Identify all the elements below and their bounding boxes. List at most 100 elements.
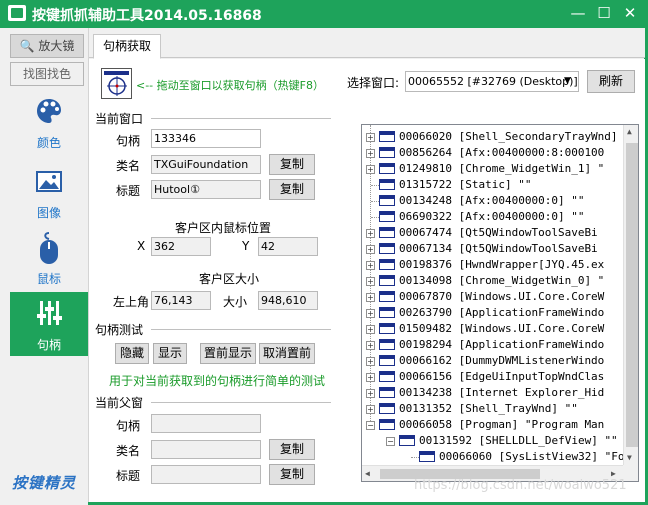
tree-node[interactable]: +00134238 [Internet Explorer_Hid — [362, 385, 623, 401]
tree-node[interactable]: +00066020 [Shell_SecondaryTrayWnd] — [362, 129, 623, 145]
scroll-right-icon[interactable]: ▶ — [611, 469, 616, 478]
tree-expand-icon[interactable]: + — [366, 293, 375, 302]
sidebar-item-handle[interactable]: 句柄 — [10, 292, 88, 356]
tree-node[interactable]: +00134098 [Chrome_WidgetWin_0] " — [362, 273, 623, 289]
tree-node[interactable]: +01509482 [Windows.UI.Core.CoreW — [362, 321, 623, 337]
scroll-up-icon[interactable]: ▲ — [627, 127, 632, 136]
sidebar-item-mouse[interactable]: 鼠标 — [10, 226, 88, 288]
tree-node-handle: 06690322 — [399, 210, 452, 223]
tree-node[interactable]: +00198376 [HwndWrapper[JYQ.45.ex — [362, 257, 623, 273]
tree-expand-icon[interactable]: + — [366, 309, 375, 318]
copy-parent-class-button[interactable]: 复制 — [269, 439, 315, 460]
tree-node[interactable]: 00134248 [Afx:00400000:0] "" — [362, 193, 623, 209]
scroll-thumb[interactable] — [626, 143, 638, 447]
tree-expand-icon[interactable]: − — [366, 421, 375, 430]
tree-node[interactable]: 06690322 [Afx:00400000:0] "" — [362, 209, 623, 225]
minimize-button[interactable]: — — [566, 2, 590, 24]
tree-node-handle: 00856264 — [399, 146, 452, 159]
size-label: 大小 — [223, 295, 248, 309]
app-logo-icon — [8, 5, 26, 21]
tree-expand-icon[interactable]: + — [366, 341, 375, 350]
tree-node-class: [Shell_TrayWnd] "" — [458, 402, 578, 415]
find-color-button[interactable]: 找图找色 — [10, 62, 84, 86]
window-icon — [379, 179, 395, 190]
test-note: 用于对当前获取到的句柄进行简单的测试 — [109, 374, 326, 388]
tree-node-handle: 00131352 — [399, 402, 452, 415]
window-select-dropdown[interactable]: 00065552 [#32769 (Desktop)] "" ▼ — [405, 71, 579, 92]
tree-node[interactable]: +00067474 [Qt5QWindowToolSaveBi — [362, 225, 623, 241]
tree-node-handle: 00066060 — [439, 450, 492, 463]
parent-class-field[interactable] — [151, 440, 261, 459]
tree-node[interactable]: 01315722 [Static] "" — [362, 177, 623, 193]
title-field[interactable]: Hutool① — [151, 180, 261, 199]
tree-node[interactable]: +01249810 [Chrome_WidgetWin_1] " — [362, 161, 623, 177]
topmost-button[interactable]: 置前显示 — [200, 343, 256, 364]
tree-node[interactable]: +00067870 [Windows.UI.Core.CoreW — [362, 289, 623, 305]
hide-button[interactable]: 隐藏 — [115, 343, 149, 364]
tree-node[interactable]: +00067134 [Qt5QWindowToolSaveBi — [362, 241, 623, 257]
x-field[interactable]: 362 — [151, 237, 211, 256]
tree-expand-icon[interactable]: − — [386, 437, 395, 446]
tree-node-class: [Chrome_WidgetWin_0] " — [458, 274, 605, 287]
vertical-scrollbar[interactable]: ▲ ▼ — [623, 125, 638, 465]
tree-node[interactable]: +00856264 [Afx:00400000:8:000100 — [362, 145, 623, 161]
tab-handle-get[interactable]: 句柄获取 — [93, 34, 161, 59]
tree-expand-icon[interactable]: + — [366, 133, 375, 142]
parent-title-field[interactable] — [151, 465, 261, 484]
handle-field[interactable]: 133346 — [151, 129, 261, 148]
tree-expand-icon[interactable]: + — [366, 245, 375, 254]
tree-expand-icon[interactable]: + — [366, 277, 375, 286]
tree-node-class: [ApplicationFrameWindo — [458, 306, 605, 319]
untop-button[interactable]: 取消置前 — [259, 343, 315, 364]
tree-expand-icon[interactable]: + — [366, 165, 375, 174]
magnifier-button[interactable]: 🔍 放大镜 — [10, 34, 84, 58]
y-label: Y — [242, 239, 250, 253]
palette-icon — [37, 99, 61, 123]
tree-node-text: 00066156 [EdgeUiInputTopWndClas — [399, 369, 604, 385]
y-field[interactable]: 42 — [258, 237, 318, 256]
tree-node[interactable]: +00131352 [Shell_TrayWnd] "" — [362, 401, 623, 417]
window-icon — [379, 131, 395, 142]
top-left-field[interactable]: 76,143 — [151, 291, 211, 310]
window-icon — [379, 323, 395, 334]
crosshair-finder-icon[interactable] — [101, 68, 132, 99]
tree-node[interactable]: − 00066058 [Progman] "Program Man — [362, 417, 623, 433]
sidebar-item-color[interactable]: 颜色 — [10, 90, 88, 152]
tree-expand-icon[interactable]: + — [366, 229, 375, 238]
copy-class-button[interactable]: 复制 — [269, 154, 315, 175]
copy-parent-title-button[interactable]: 复制 — [269, 464, 315, 485]
parent-class-label: 类名 — [116, 444, 141, 458]
maximize-button[interactable]: ☐ — [592, 2, 616, 24]
tree-node-text: 00856264 [Afx:00400000:8:000100 — [399, 145, 604, 161]
class-field[interactable]: TXGuiFoundation — [151, 155, 261, 174]
window-icon — [379, 403, 395, 414]
window-tree[interactable]: +00066020 [Shell_SecondaryTrayWnd] +00856… — [361, 124, 639, 482]
tree-node[interactable]: +00198294 [ApplicationFrameWindo — [362, 337, 623, 353]
copy-title-button[interactable]: 复制 — [269, 179, 315, 200]
tree-expand-icon[interactable]: + — [366, 373, 375, 382]
scroll-down-icon[interactable]: ▼ — [627, 453, 632, 462]
refresh-button[interactable]: 刷新 — [587, 70, 635, 93]
close-button[interactable]: ✕ — [618, 2, 642, 24]
tree-node[interactable]: 00066060 [SysListView32] "FolderV — [362, 449, 638, 465]
size-field[interactable]: 948,610 — [258, 291, 318, 310]
tree-node[interactable]: +00066156 [EdgeUiInputTopWndClas — [362, 369, 623, 385]
window-select-label: 选择窗口: — [347, 76, 400, 90]
tree-expand-icon[interactable]: + — [366, 357, 375, 366]
sidebar-item-image[interactable]: 图像 — [10, 160, 88, 222]
parent-window-heading: 当前父窗 — [95, 396, 144, 410]
show-button[interactable]: 显示 — [153, 343, 187, 364]
tree-expand-icon[interactable]: + — [366, 389, 375, 398]
tree-node[interactable]: +00066162 [DummyDWMListenerWindo — [362, 353, 623, 369]
scroll-left-icon[interactable]: ◀ — [365, 469, 370, 478]
divider — [151, 402, 331, 403]
tree-expand-icon[interactable]: + — [366, 149, 375, 158]
tree-expand-icon[interactable]: + — [366, 325, 375, 334]
tree-node[interactable]: +00263790 [ApplicationFrameWindo — [362, 305, 623, 321]
tree-node[interactable]: − 00131592 [SHELLDLL_DefView] "" — [362, 433, 623, 449]
parent-handle-field[interactable] — [151, 414, 261, 433]
tree-expand-icon[interactable]: + — [366, 405, 375, 414]
tree-expand-icon[interactable]: + — [366, 261, 375, 270]
title-bar[interactable]: 按键抓抓辅助工具2014.05.16868 — ☐ ✕ — [0, 0, 648, 28]
tree-node-handle: 00263790 — [399, 306, 452, 319]
